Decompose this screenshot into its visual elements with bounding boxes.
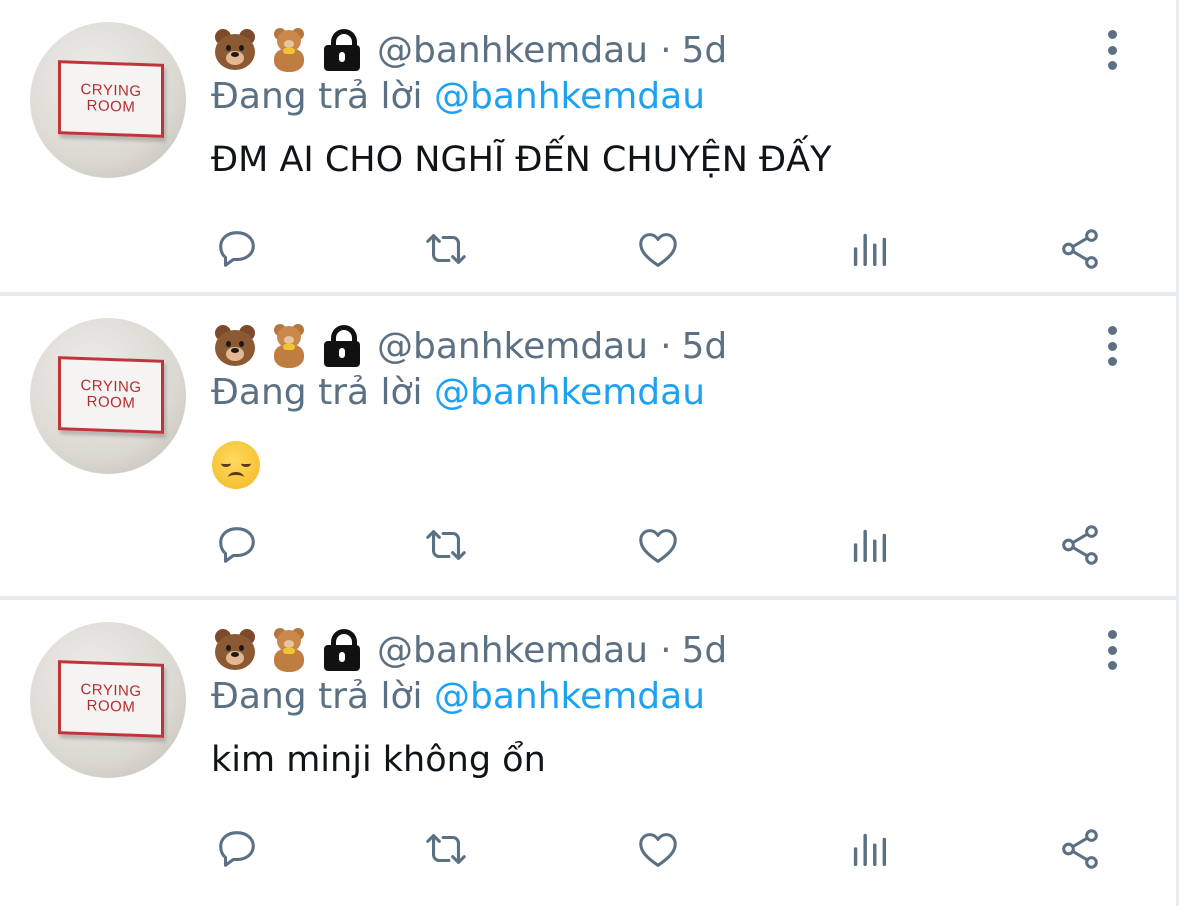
tweet-reply[interactable]: CRYING ROOM @banhkemdau · 5d Đang trả lờ…: [0, 296, 1176, 600]
analytics-button[interactable]: [842, 222, 896, 276]
like-icon: [639, 233, 677, 267]
reply-feed: CRYING ROOM @banhkemdau · 5d Đang trả lờ…: [0, 0, 1179, 906]
tweet-text: kim minji không ổn: [211, 740, 546, 780]
share-button[interactable]: [1053, 518, 1107, 572]
reply-icon: [219, 831, 255, 867]
retweet-button[interactable]: [419, 518, 473, 572]
analytics-button[interactable]: [842, 822, 896, 876]
analytics-button[interactable]: [842, 518, 896, 572]
lock-icon: [319, 627, 365, 673]
avatar-sign-line2: ROOM: [86, 697, 136, 716]
timestamp[interactable]: 5d: [682, 30, 728, 71]
share-icon: [1062, 525, 1098, 565]
analytics-icon: [853, 233, 887, 267]
retweet-icon: [426, 834, 466, 864]
tweet-reply[interactable]: CRYING ROOM @banhkemdau · 5d Đang trả lờ…: [0, 600, 1176, 906]
replying-prefix: Đang trả lời: [211, 676, 423, 717]
timestamp[interactable]: 5d: [682, 326, 728, 367]
reply-button[interactable]: [210, 822, 264, 876]
user-handle[interactable]: @banhkemdau: [377, 30, 648, 71]
user-handle[interactable]: @banhkemdau: [377, 630, 648, 671]
bear-face-icon: [211, 626, 259, 674]
tweet-actions: [0, 822, 1179, 876]
analytics-icon: [853, 833, 887, 867]
like-button[interactable]: [631, 518, 685, 572]
avatar-sign-line2: ROOM: [86, 393, 136, 412]
retweet-button[interactable]: [419, 222, 473, 276]
tweet-reply[interactable]: CRYING ROOM @banhkemdau · 5d Đang trả lờ…: [0, 0, 1176, 296]
replying-to: Đang trả lời @banhkemdau: [211, 372, 705, 413]
retweet-button[interactable]: [419, 822, 473, 876]
disappointed-face-icon: [212, 441, 260, 489]
tweet-actions: [0, 518, 1179, 572]
avatar-sign: CRYING ROOM: [58, 356, 164, 434]
like-icon: [639, 833, 677, 867]
more-vertical-icon[interactable]: [1098, 30, 1126, 70]
teddy-bear-icon: [265, 26, 313, 74]
separator-dot: ·: [660, 629, 672, 671]
replying-to: Đang trả lời @banhkemdau: [211, 676, 705, 717]
avatar-sign: CRYING ROOM: [58, 660, 164, 738]
replying-mention[interactable]: @banhkemdau: [434, 372, 705, 413]
replying-prefix: Đang trả lời: [211, 76, 423, 117]
avatar[interactable]: CRYING ROOM: [30, 622, 186, 778]
user-handle[interactable]: @banhkemdau: [377, 326, 648, 367]
separator-dot: ·: [660, 29, 672, 71]
replying-mention[interactable]: @banhkemdau: [434, 676, 705, 717]
like-icon: [639, 529, 677, 563]
avatar[interactable]: CRYING ROOM: [30, 22, 186, 178]
lock-icon: [319, 27, 365, 73]
replying-mention[interactable]: @banhkemdau: [434, 76, 705, 117]
like-button[interactable]: [631, 222, 685, 276]
reply-button[interactable]: [210, 222, 264, 276]
tweet-header: @banhkemdau · 5d: [211, 26, 727, 74]
retweet-icon: [426, 530, 466, 560]
bear-face-icon: [211, 26, 259, 74]
avatar-sign: CRYING ROOM: [58, 60, 164, 138]
tweet-header: @banhkemdau · 5d: [211, 626, 727, 674]
share-button[interactable]: [1053, 222, 1107, 276]
like-button[interactable]: [631, 822, 685, 876]
avatar-sign-line2: ROOM: [86, 97, 136, 116]
replying-to: Đang trả lời @banhkemdau: [211, 76, 705, 117]
teddy-bear-icon: [265, 322, 313, 370]
reply-icon: [219, 231, 255, 267]
timestamp[interactable]: 5d: [682, 630, 728, 671]
avatar[interactable]: CRYING ROOM: [30, 318, 186, 474]
tweet-actions: [0, 222, 1179, 276]
retweet-icon: [426, 234, 466, 264]
replying-prefix: Đang trả lời: [211, 372, 423, 413]
teddy-bear-icon: [265, 626, 313, 674]
analytics-icon: [853, 529, 887, 563]
share-icon: [1062, 229, 1098, 269]
separator-dot: ·: [660, 325, 672, 367]
reply-button[interactable]: [210, 518, 264, 572]
tweet-header: @banhkemdau · 5d: [211, 322, 727, 370]
tweet-text: ĐM AI CHO NGHĨ ĐẾN CHUYỆN ĐẤY: [211, 140, 832, 180]
lock-icon: [319, 323, 365, 369]
share-button[interactable]: [1053, 822, 1107, 876]
more-vertical-icon[interactable]: [1098, 326, 1126, 366]
bear-face-icon: [211, 322, 259, 370]
share-icon: [1062, 829, 1098, 869]
reply-icon: [219, 527, 255, 563]
more-vertical-icon[interactable]: [1098, 630, 1126, 670]
